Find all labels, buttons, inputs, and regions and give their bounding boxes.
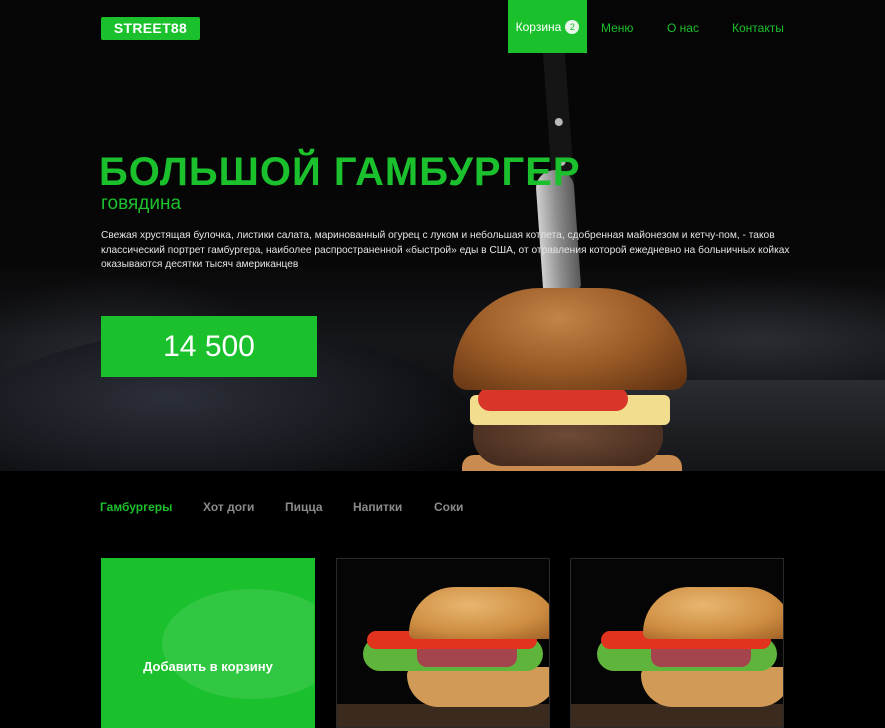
nav-contacts-link[interactable]: Контакты	[732, 21, 784, 35]
price-button[interactable]: 14 500	[101, 316, 317, 377]
product-bun-bottom	[407, 667, 549, 707]
product-card[interactable]	[570, 558, 784, 728]
product-image	[337, 559, 549, 727]
burger-tomato	[478, 387, 628, 411]
nav-about-link[interactable]: О нас	[667, 21, 699, 35]
product-board	[337, 704, 549, 727]
hero-subtitle: говядина	[101, 193, 182, 214]
tab-juices[interactable]: Соки	[434, 500, 463, 514]
knife-rivet-icon	[554, 117, 564, 127]
product-board	[571, 704, 783, 727]
nav-cart-button[interactable]: Корзина 2	[508, 0, 587, 53]
nav-menu-link[interactable]: Меню	[601, 21, 633, 35]
hero-section: БОЛЬШОЙ ГАМБУРГЕР говядина Свежая хрустя…	[0, 0, 885, 471]
product-bun-bottom	[641, 667, 783, 707]
product-bun-top	[409, 587, 549, 639]
tab-hot-dogs[interactable]: Хот доги	[203, 500, 254, 514]
product-card[interactable]	[336, 558, 550, 728]
cart-count-badge: 2	[565, 19, 580, 34]
product-card-add[interactable]: Добавить в корзину	[101, 558, 315, 728]
burger-bun-top	[453, 288, 687, 390]
logo[interactable]: STREET88	[101, 17, 200, 40]
tab-pizza[interactable]: Пицца	[285, 500, 323, 514]
product-image	[571, 559, 783, 727]
add-to-cart-button[interactable]: Добавить в корзину	[102, 659, 314, 674]
hero-description: Свежая хрустящая булочка, листики салата…	[101, 230, 790, 270]
hero-title: БОЛЬШОЙ ГАМБУРГЕР	[99, 150, 581, 194]
product-image-overlay	[162, 589, 314, 699]
nav-cart-label: Корзина	[515, 19, 562, 34]
product-bun-top	[643, 587, 783, 639]
tab-drinks[interactable]: Напитки	[353, 500, 402, 514]
tab-hamburgers[interactable]: Гамбургеры	[100, 500, 172, 514]
